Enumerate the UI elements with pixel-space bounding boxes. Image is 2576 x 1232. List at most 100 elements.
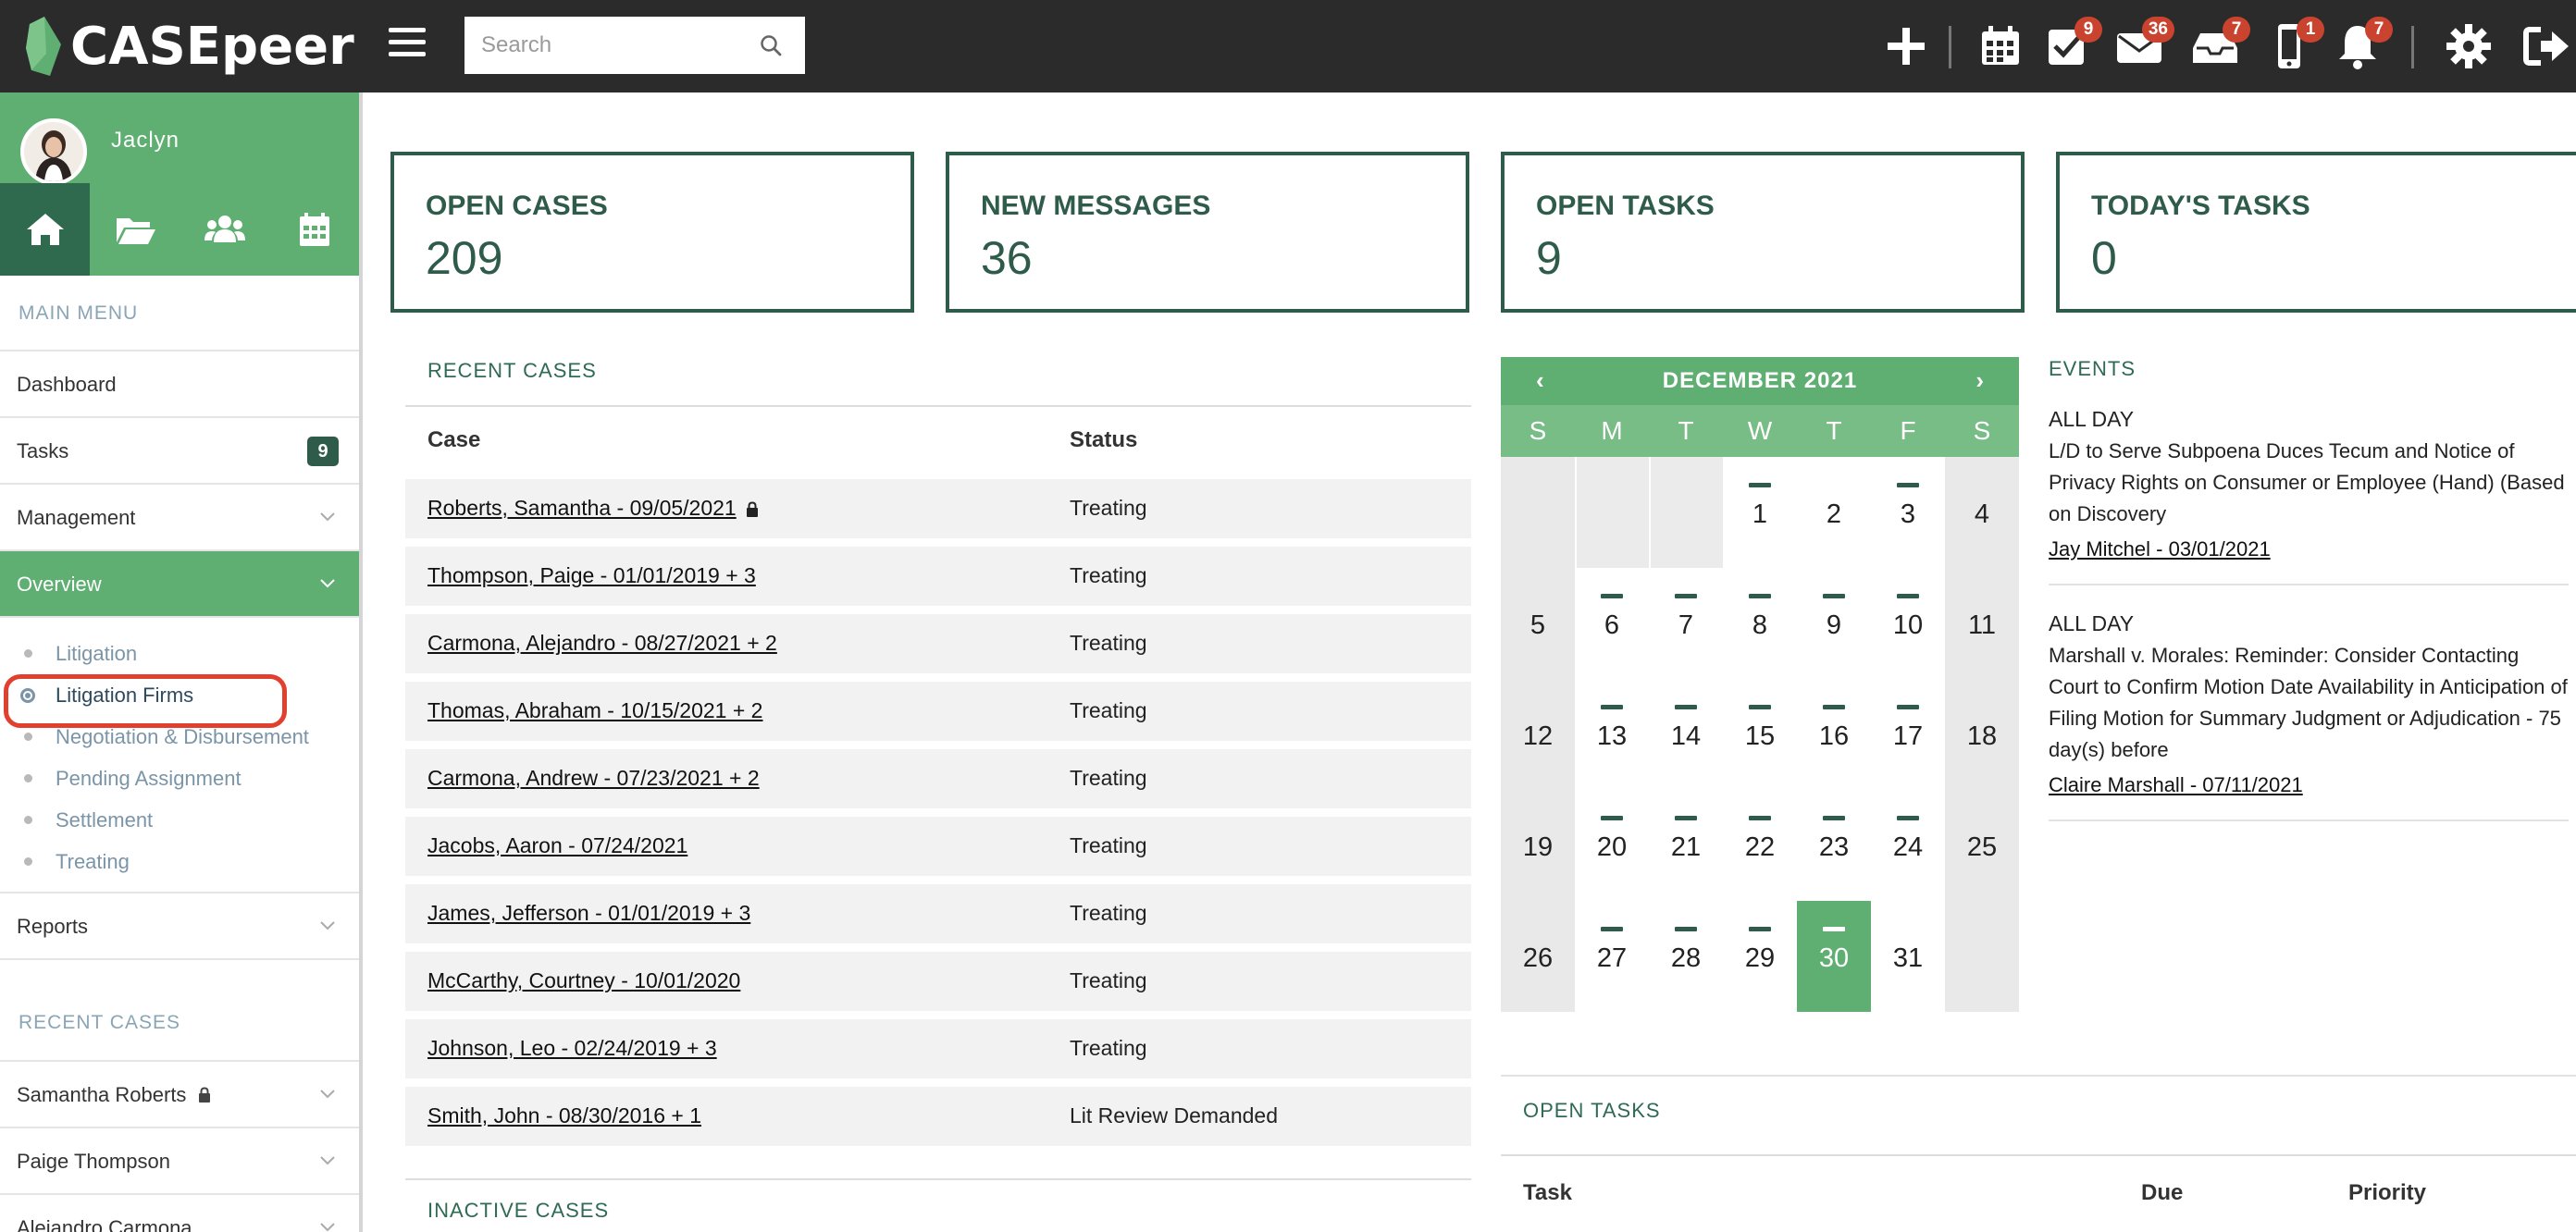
sidebar-item-management[interactable]: Management xyxy=(0,485,359,551)
calendar-day-number: 26 xyxy=(1522,943,1554,973)
divider xyxy=(1501,1154,2576,1156)
sidebar-item-overview[interactable]: Overview xyxy=(0,551,359,618)
tasks-check-icon[interactable]: 9 xyxy=(2041,17,2102,72)
case-link[interactable]: Thompson, Paige - 01/01/2019 + 3 xyxy=(427,563,756,588)
calendar-day[interactable]: 30 xyxy=(1797,901,1871,1012)
mobile-phone-icon[interactable]: 1 xyxy=(2263,17,2324,72)
calendar-day-number: 18 xyxy=(1966,721,1998,751)
calendar-next-button[interactable]: › xyxy=(1975,366,1984,395)
recent-case-item[interactable]: Samantha Roberts xyxy=(0,1062,359,1128)
calendar-day[interactable]: 19 xyxy=(1501,790,1575,901)
calendar-day[interactable]: 17 xyxy=(1871,679,1945,790)
bullet-icon xyxy=(24,733,32,741)
menu-toggle-icon[interactable] xyxy=(389,28,426,61)
search-input[interactable] xyxy=(464,17,805,74)
tab-contacts[interactable] xyxy=(180,183,269,276)
calendar-day[interactable]: 5 xyxy=(1501,568,1575,679)
calendar-day[interactable]: 18 xyxy=(1945,679,2019,790)
case-link[interactable]: Thomas, Abraham - 10/15/2021 + 2 xyxy=(427,698,762,723)
recent-case-item[interactable]: Alejandro Carmona xyxy=(0,1195,359,1232)
case-link[interactable]: Johnson, Leo - 02/24/2019 + 3 xyxy=(427,1036,717,1061)
calendar-day[interactable]: 6 xyxy=(1575,568,1649,679)
event-marker xyxy=(1823,594,1845,598)
tab-calendar[interactable] xyxy=(269,183,359,276)
calendar-day[interactable]: 10 xyxy=(1871,568,1945,679)
event-case-link[interactable]: Claire Marshall - 07/11/2021 xyxy=(2049,773,2569,797)
calendar-day[interactable]: 12 xyxy=(1501,679,1575,790)
casepeer-logo[interactable]: CASEpeer xyxy=(24,11,354,81)
calendar-day[interactable]: 20 xyxy=(1575,790,1649,901)
case-link[interactable]: James, Jefferson - 01/01/2019 + 3 xyxy=(427,901,750,926)
stat-card-new-messages[interactable]: NEW MESSAGES 36 xyxy=(946,152,1469,313)
calendar-day[interactable]: 16 xyxy=(1797,679,1871,790)
calendar-day[interactable]: 15 xyxy=(1723,679,1797,790)
table-row: Thompson, Paige - 01/01/2019 + 3 Treating xyxy=(405,547,1471,606)
calendar-day[interactable]: 25 xyxy=(1945,790,2019,901)
stat-card-todays-tasks[interactable]: TODAY'S TASKS 0 xyxy=(2056,152,2576,313)
submenu-item-settlement[interactable]: Settlement xyxy=(0,799,359,841)
calendar-day[interactable]: 11 xyxy=(1945,568,2019,679)
calendar-day[interactable]: 8 xyxy=(1723,568,1797,679)
calendar-day[interactable]: 14 xyxy=(1649,679,1723,790)
stat-card-open-tasks[interactable]: OPEN TASKS 9 xyxy=(1501,152,2025,313)
calendar-day[interactable]: 13 xyxy=(1575,679,1649,790)
case-link[interactable]: McCarthy, Courtney - 10/01/2020 xyxy=(427,968,740,993)
calendar-day[interactable]: 9 xyxy=(1797,568,1871,679)
calendar-day[interactable]: 3 xyxy=(1871,457,1945,568)
calendar-day-number: 28 xyxy=(1670,943,1702,973)
submenu-item-litigation[interactable]: Litigation xyxy=(0,633,359,674)
main-menu-heading: MAIN MENU xyxy=(0,276,359,351)
avatar[interactable] xyxy=(20,118,87,185)
weekday-label: S xyxy=(1973,416,1991,445)
notifications-bell-icon[interactable]: 7 xyxy=(2332,17,2393,72)
submenu-item-negotiation[interactable]: Negotiation & Disbursement xyxy=(0,716,359,758)
search-icon[interactable] xyxy=(759,33,783,57)
calendar-day-number: 24 xyxy=(1892,832,1924,862)
calendar-day[interactable]: 7 xyxy=(1649,568,1723,679)
submenu-item-treating[interactable]: Treating xyxy=(0,841,359,882)
submenu-item-pending-assignment[interactable]: Pending Assignment xyxy=(0,758,359,799)
calendar-icon[interactable] xyxy=(1975,20,2026,72)
add-icon[interactable] xyxy=(1880,20,1932,72)
sidebar-item-dashboard[interactable]: Dashboard xyxy=(0,351,359,418)
gear-icon[interactable] xyxy=(2443,20,2495,72)
tab-cases[interactable] xyxy=(90,183,180,276)
inbox-tray-icon[interactable]: 7 xyxy=(2189,17,2250,72)
calendar-day[interactable]: 27 xyxy=(1575,901,1649,1012)
calendar-day[interactable]: 4 xyxy=(1945,457,2019,568)
sidebar-item-reports[interactable]: Reports xyxy=(0,893,359,960)
case-link[interactable]: Carmona, Andrew - 07/23/2021 + 2 xyxy=(427,766,760,791)
table-row: James, Jefferson - 01/01/2019 + 3 Treatin… xyxy=(405,884,1471,943)
calendar-day[interactable]: 21 xyxy=(1649,790,1723,901)
calendar-day[interactable]: 26 xyxy=(1501,901,1575,1012)
calendar-day-number: 16 xyxy=(1818,721,1850,751)
calendar-day-number: 3 xyxy=(1900,499,1916,529)
submenu-item-litigation-firms[interactable]: Litigation Firms xyxy=(0,674,359,728)
calendar-day-number: 6 xyxy=(1604,610,1620,640)
tab-home[interactable] xyxy=(0,183,90,276)
stat-card-open-cases[interactable]: OPEN CASES 209 xyxy=(390,152,914,313)
recent-case-item[interactable]: Paige Thompson xyxy=(0,1128,359,1195)
messages-envelope-icon[interactable]: 36 xyxy=(2113,17,2174,72)
case-link[interactable]: Carmona, Alejandro - 08/27/2021 + 2 xyxy=(427,631,777,656)
case-link[interactable]: Jacobs, Aaron - 07/24/2021 xyxy=(427,833,687,858)
event-case-link[interactable]: Jay Mitchel - 03/01/2021 xyxy=(2049,537,2569,561)
home-icon xyxy=(26,214,64,245)
chevron-down-icon xyxy=(320,921,335,930)
case-link[interactable]: Smith, John - 08/30/2016 + 1 xyxy=(427,1103,701,1128)
calendar-day[interactable]: 31 xyxy=(1871,901,1945,1012)
calendar-day[interactable]: 28 xyxy=(1649,901,1723,1012)
logout-icon[interactable] xyxy=(2520,20,2570,72)
case-link[interactable]: Roberts, Samantha - 09/05/2021 xyxy=(427,496,737,521)
sidebar-item-tasks[interactable]: Tasks 9 xyxy=(0,418,359,485)
case-status: Treating xyxy=(1070,833,1147,857)
calendar-day[interactable]: 24 xyxy=(1871,790,1945,901)
calendar-day[interactable]: 22 xyxy=(1723,790,1797,901)
calendar-day[interactable]: 1 xyxy=(1723,457,1797,568)
table-row: Carmona, Andrew - 07/23/2021 + 2 Treating xyxy=(405,749,1471,808)
calendar-day-number: 21 xyxy=(1670,832,1702,862)
overview-submenu: Litigation Litigation Firms Negotiation … xyxy=(0,618,359,893)
calendar-day[interactable]: 2 xyxy=(1797,457,1871,568)
calendar-day[interactable]: 29 xyxy=(1723,901,1797,1012)
calendar-day[interactable]: 23 xyxy=(1797,790,1871,901)
